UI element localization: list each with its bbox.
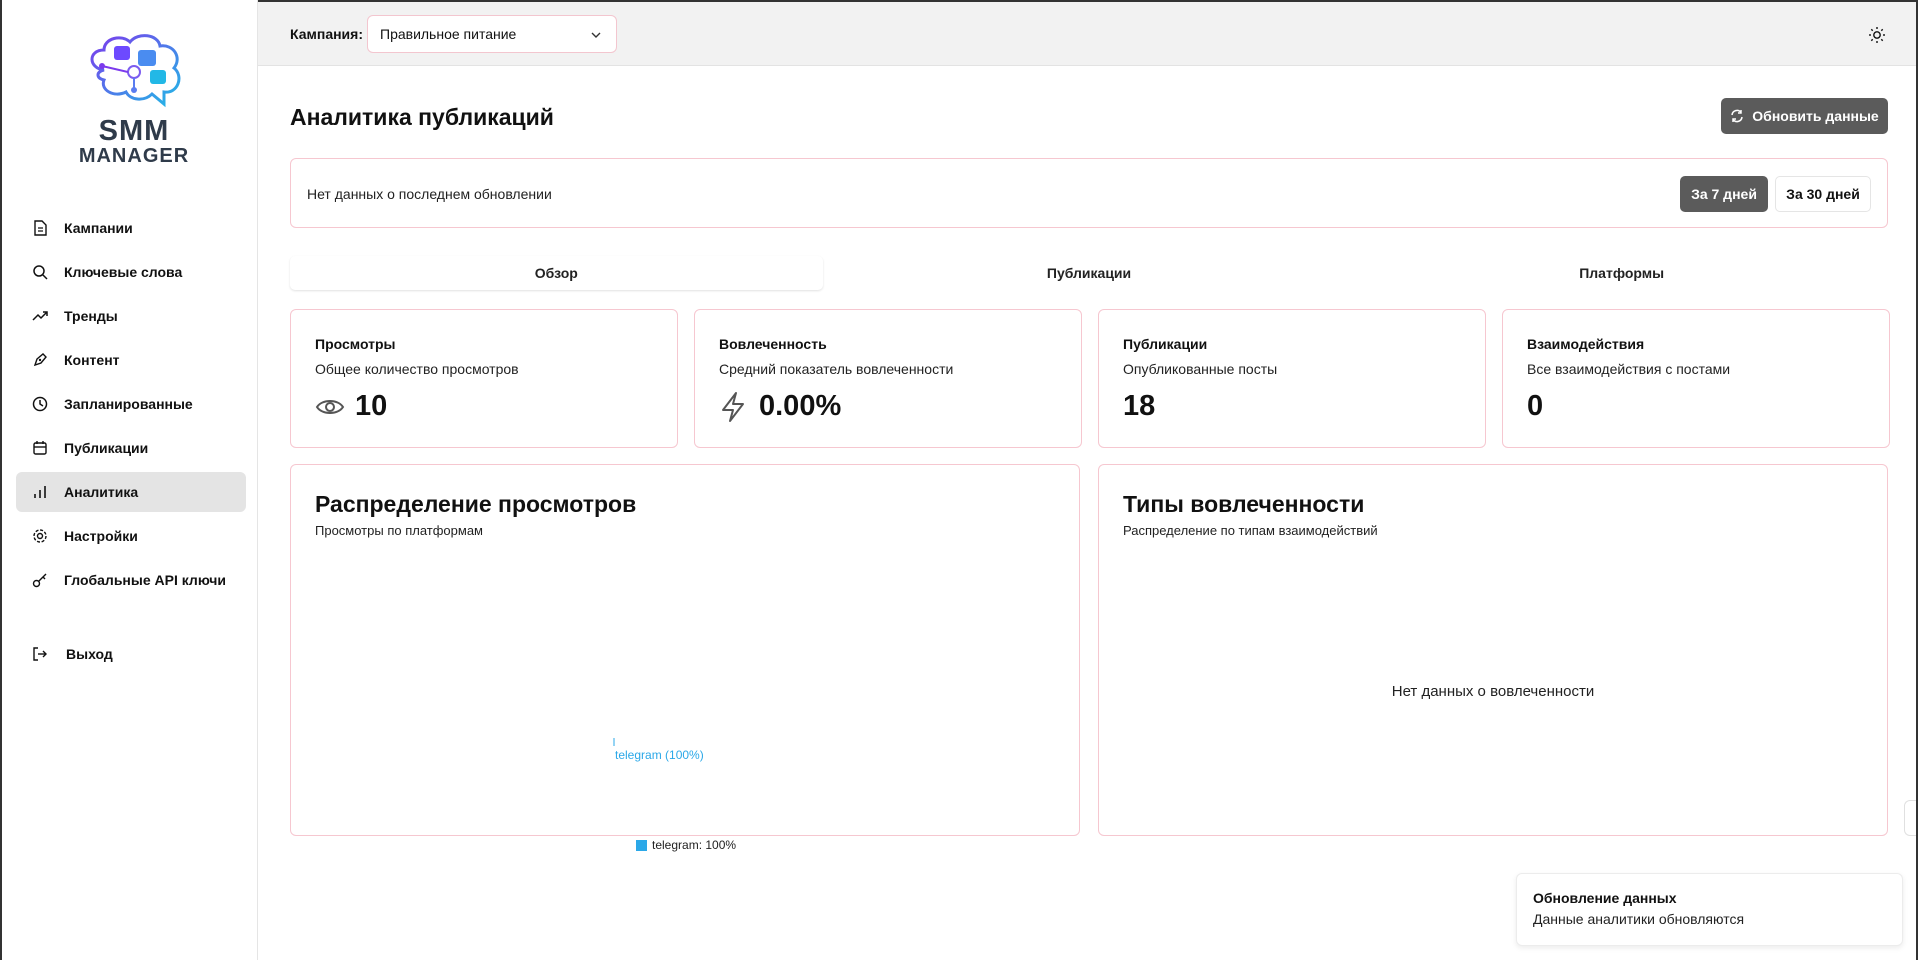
sidebar-item-settings[interactable]: Настройки [16, 516, 246, 556]
tab-publications[interactable]: Публикации [823, 256, 1356, 290]
pie-slice-label: telegram (100%) [615, 748, 704, 762]
chart-legend: telegram: 100% [636, 838, 736, 852]
brand-name: SMM [98, 115, 170, 147]
stat-value: 10 [355, 390, 388, 422]
stat-title: Вовлеченность [719, 336, 827, 352]
sidebar-item-campaigns[interactable]: Кампании [16, 208, 246, 248]
stat-value-row: 0 [1527, 390, 1543, 423]
sidebar-item-label: Тренды [64, 308, 118, 324]
sidebar-item-content[interactable]: Контент [16, 340, 246, 380]
stat-value-row: 0.00% [719, 390, 841, 423]
logo: SMM MANAGER [74, 32, 194, 172]
last-update-status: Нет данных о последнем обновлении [307, 186, 552, 202]
stat-value-row: 18 [1123, 390, 1155, 423]
stat-title: Взаимодействия [1527, 336, 1645, 352]
stat-card-publications: Публикации Опубликованные посты 18 [1098, 309, 1486, 448]
tab-overview[interactable]: Обзор [290, 256, 823, 290]
toast-text: Данные аналитики обновляются [1533, 911, 1745, 927]
sidebar-item-label: Запланированные [64, 396, 193, 412]
lightning-icon [719, 391, 751, 423]
sidebar-item-label: Глобальные API ключи [64, 572, 226, 588]
status-bar: Нет данных о последнем обновлении За 7 д… [290, 158, 1888, 228]
calendar-icon [32, 440, 48, 456]
top-header: Кампания: Правильное питание [258, 0, 1918, 66]
sun-icon [1868, 27, 1886, 48]
refresh-icon [1730, 109, 1744, 123]
sidebar-item-api-keys[interactable]: Глобальные API ключи [16, 560, 246, 600]
clock-icon [32, 396, 48, 412]
eye-icon [315, 391, 347, 423]
tab-platforms[interactable]: Платформы [1355, 256, 1888, 290]
page-title: Аналитика публикаций [290, 104, 554, 130]
file-icon [32, 220, 48, 236]
refresh-data-button[interactable]: Обновить данные [1721, 98, 1888, 134]
stat-subtitle: Общее количество просмотров [315, 361, 519, 377]
sidebar-item-analytics[interactable]: Аналитика [16, 472, 246, 512]
sidebar-item-label: Аналитика [64, 484, 139, 500]
sidebar-item-label: Контент [64, 352, 120, 368]
logout-label: Выход [66, 646, 113, 662]
sidebar-item-label: Кампании [64, 220, 133, 236]
stat-card-views: Просмотры Общее количество просмотров 10 [290, 309, 678, 448]
sidebar: SMM MANAGER Кампании Ключевые слова Трен… [0, 0, 258, 960]
views-distribution-card: Распределение просмотров Просмотры по пл… [290, 464, 1080, 836]
toast-title: Обновление данных [1533, 890, 1677, 906]
views-pie-chart: telegram (100%) [613, 738, 704, 762]
sidebar-item-publications[interactable]: Публикации [16, 428, 246, 468]
chevron-down-icon [590, 28, 602, 44]
empty-state-text: Нет данных о вовлеченности [1391, 683, 1595, 700]
stat-title: Просмотры [315, 336, 396, 352]
sidebar-item-label: Публикации [64, 440, 149, 456]
chart-subtitle: Распределение по типам взаимодействий [1123, 523, 1378, 538]
campaign-select-value: Правильное питание [380, 26, 517, 42]
gear-icon [32, 528, 48, 544]
toast-notification: Обновление данных Данные аналитики обнов… [1516, 873, 1903, 946]
key-icon [32, 572, 48, 588]
range-30-days-button[interactable]: За 30 дней [1775, 176, 1871, 212]
stat-subtitle: Опубликованные посты [1123, 361, 1278, 377]
stat-card-interactions: Взаимодействия Все взаимодействия с пост… [1502, 309, 1890, 448]
theme-toggle-button[interactable] [1868, 26, 1886, 44]
sidebar-nav: Кампании Ключевые слова Тренды Контент З… [16, 208, 246, 604]
sidebar-item-scheduled[interactable]: Запланированные [16, 384, 246, 424]
range-7-days-button[interactable]: За 7 дней [1680, 176, 1768, 212]
campaign-select[interactable]: Правильное питание [367, 15, 617, 53]
legend-label: telegram: 100% [652, 838, 737, 852]
bar-chart-icon [32, 484, 48, 500]
tabs: Обзор Публикации Платформы [290, 256, 1888, 290]
stat-subtitle: Все взаимодействия с постами [1527, 361, 1731, 377]
search-icon [32, 264, 48, 280]
logout-button[interactable]: Выход [32, 642, 113, 666]
stat-value: 0 [1527, 390, 1544, 422]
stat-value: 0.00% [759, 390, 842, 422]
sidebar-item-label: Ключевые слова [64, 264, 183, 280]
stat-card-engagement: Вовлеченность Средний показатель вовлече… [694, 309, 1082, 448]
campaign-label: Кампания: [290, 26, 363, 42]
stat-value-row: 10 [315, 390, 387, 423]
sidebar-item-label: Настройки [64, 528, 138, 544]
sidebar-item-trends[interactable]: Тренды [16, 296, 246, 336]
pen-icon [32, 352, 48, 368]
brand-subtitle: MANAGER [78, 145, 190, 167]
chart-title: Типы вовлеченности [1123, 491, 1365, 517]
brain-logo-icon [90, 34, 181, 108]
trending-icon [32, 308, 48, 324]
stat-subtitle: Средний показатель вовлеченности [719, 361, 954, 377]
stat-title: Публикации [1123, 336, 1208, 352]
logout-icon [32, 646, 48, 662]
sidebar-item-keywords[interactable]: Ключевые слова [16, 252, 246, 292]
side-panel-handle[interactable] [1904, 800, 1916, 836]
legend-swatch [636, 839, 647, 851]
refresh-label: Обновить данные [1752, 108, 1879, 124]
engagement-types-card: Типы вовлеченности Распределение по типа… [1098, 464, 1888, 836]
stat-value: 18 [1123, 390, 1156, 422]
